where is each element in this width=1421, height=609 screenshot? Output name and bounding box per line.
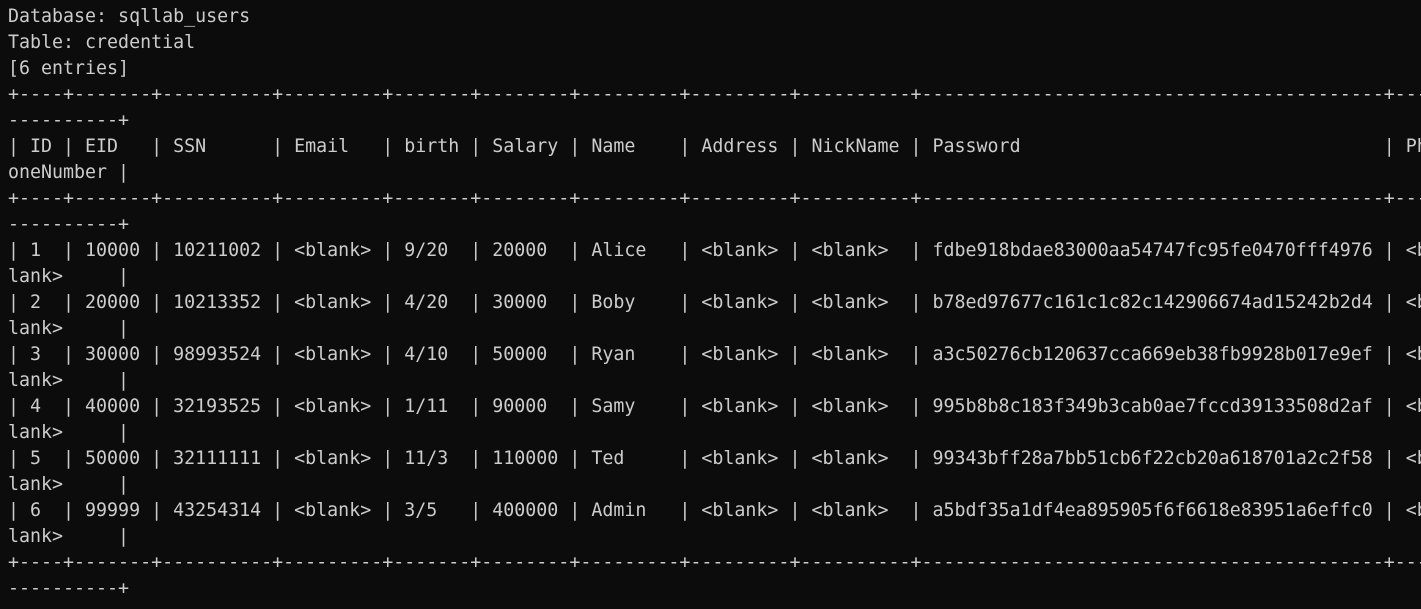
table-row: | 3 | 30000 | 98993524 | <blank> | 4/10 … xyxy=(8,344,1421,365)
table-row-wrap: lank> | xyxy=(8,526,130,547)
table-name-line: Table: credential xyxy=(8,32,196,53)
table-header-border: +----+-------+----------+---------+-----… xyxy=(8,188,1421,209)
entries-count-line: [6 entries] xyxy=(8,58,130,79)
table-row-wrap: lank> | xyxy=(8,266,130,287)
table-row-wrap: lank> | xyxy=(8,370,130,391)
database-line: Database: sqllab_users xyxy=(8,6,251,27)
table-bottom-border-wrap: ----------+ xyxy=(8,578,130,599)
table-top-border-wrap: ----------+ xyxy=(8,110,130,131)
table-row-wrap: lank> | xyxy=(8,474,130,495)
table-row: | 2 | 20000 | 10213352 | <blank> | 4/20 … xyxy=(8,292,1421,313)
table-header-row-wrap: oneNumber | xyxy=(8,162,130,183)
table-row: | 6 | 99999 | 43254314 | <blank> | 3/5 |… xyxy=(8,500,1421,521)
table-row-wrap: lank> | xyxy=(8,318,130,339)
table-header-row: | ID | EID | SSN | Email | birth | Salar… xyxy=(8,136,1421,157)
table-bottom-border: +----+-------+----------+---------+-----… xyxy=(8,552,1421,573)
table-row: | 5 | 50000 | 32111111 | <blank> | 11/3 … xyxy=(8,448,1421,469)
table-row: | 4 | 40000 | 32193525 | <blank> | 1/11 … xyxy=(8,396,1421,417)
table-row-wrap: lank> | xyxy=(8,422,130,443)
table-row: | 1 | 10000 | 10211002 | <blank> | 9/20 … xyxy=(8,240,1421,261)
terminal-output[interactable]: Database: sqllab_users Table: credential… xyxy=(0,0,1421,609)
table-header-border-wrap: ----------+ xyxy=(8,214,130,235)
table-top-border: +----+-------+----------+---------+-----… xyxy=(8,84,1421,105)
